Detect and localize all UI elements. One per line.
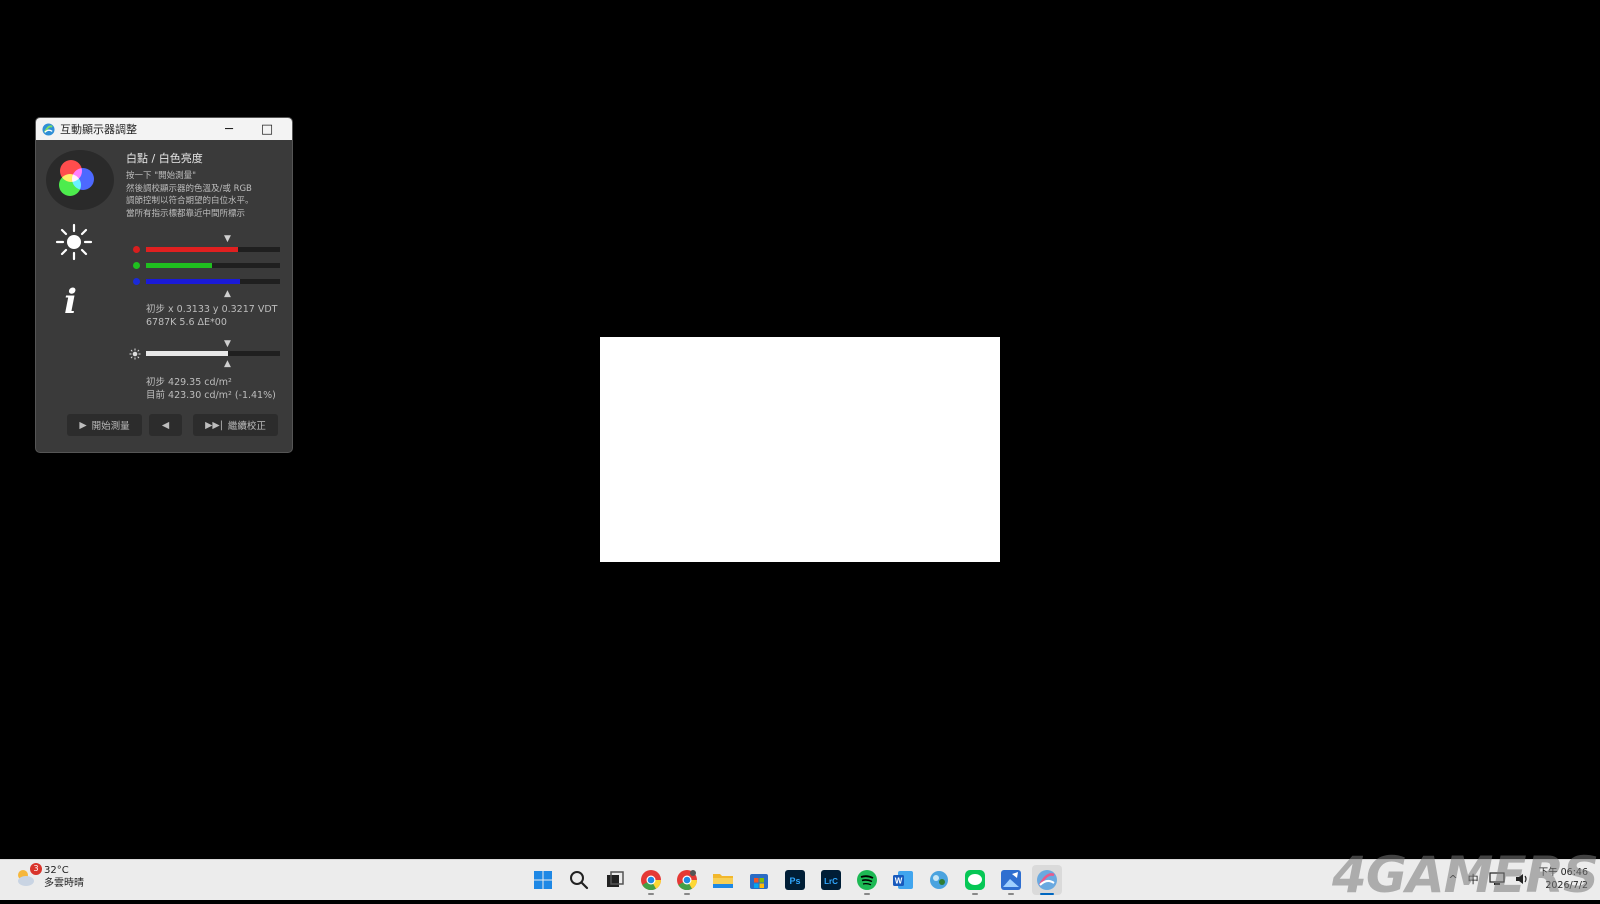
color-readout: 初步 x 0.3133 y 0.3217 VDT 6787K 5.6 ΔE*00: [146, 304, 277, 329]
taskbar-app-list: Ps LrC W: [528, 865, 1062, 895]
lightroom-classic-icon[interactable]: LrC: [816, 865, 846, 895]
photoshop-label: Ps: [789, 876, 800, 886]
chrome-beta-icon[interactable]: [672, 865, 702, 895]
photoshop-icon[interactable]: Ps: [780, 865, 810, 895]
word-icon[interactable]: W: [888, 865, 918, 895]
taskbar: 3 32°C 多雲時晴 Ps LrC W ^ 中 下午 06:46 2026/7…: [0, 846, 1600, 904]
task-view-icon[interactable]: [600, 865, 630, 895]
rgb-target-marker-bottom: ▲: [224, 289, 231, 299]
lightroom-label: LrC: [824, 877, 838, 886]
close-button[interactable]: ✕: [286, 118, 292, 140]
start-icon[interactable]: [528, 865, 558, 895]
line-icon[interactable]: [960, 865, 990, 895]
sun-icon[interactable]: [54, 222, 94, 262]
blue-bar: [146, 279, 280, 284]
weather-alert-badge: 3: [30, 863, 42, 875]
brightness-target-marker-top: ▼: [224, 339, 231, 349]
brightness-readout: 初步 429.35 cd/m² 目前 423.30 cd/m² (-1.41%): [146, 377, 276, 402]
green-bar-fill: [146, 263, 212, 268]
instruction-line: 按一下 "開始測量": [126, 171, 197, 181]
weather-temperature: 32°C: [44, 865, 69, 876]
instruction-line: 調節控制以符合期望的白位水平。: [126, 196, 254, 206]
color-readout-line: 6787K 5.6 ΔE*00: [146, 316, 227, 328]
green-bar: [146, 263, 280, 268]
brightness-readout-line: 初步 429.35 cd/m²: [146, 377, 232, 388]
file-explorer-icon[interactable]: [708, 865, 738, 895]
calibration-window: 互動顯示器調整 ─ □ ✕ i 白點 / 白色亮度 按一下 "開始測量" 然後調…: [35, 117, 293, 453]
blue-dot: [133, 278, 140, 285]
continue-calibration-button[interactable]: ▶▶| 繼續校正: [193, 414, 278, 436]
weather-widget[interactable]: 3 32°C 多雲時晴: [14, 863, 84, 890]
brightness-bar-fill: [146, 351, 228, 356]
green-circle: [59, 174, 81, 196]
instructions: 按一下 "開始測量" 然後調校顯示器的色溫及/或 RGB 調節控制以符合期望的白…: [126, 170, 286, 220]
small-sun-icon: [129, 348, 141, 360]
blue-bar-fill: [146, 279, 240, 284]
weather-condition: 多雲時晴: [44, 878, 84, 889]
minimize-button[interactable]: ─: [210, 118, 248, 140]
red-bar: [146, 247, 280, 252]
image-app-icon[interactable]: [996, 865, 1026, 895]
play-icon: ▶: [79, 419, 87, 431]
back-icon: ◀: [161, 419, 170, 431]
brightness-bar: [146, 351, 280, 356]
window-title: 互動顯示器調整: [60, 123, 137, 136]
rgb-circles-icon[interactable]: [46, 150, 114, 210]
measurement-patch: [600, 337, 1000, 562]
title-bar[interactable]: 互動顯示器調整 ─ □ ✕: [36, 118, 292, 140]
rgb-target-marker-top: ▼: [224, 234, 231, 244]
start-measurement-label: 開始測量: [91, 421, 130, 432]
red-dot: [133, 246, 140, 253]
brightness-target-marker-bottom: ▲: [224, 359, 231, 369]
weather-cloud-sun-icon: 3: [14, 863, 42, 888]
search-icon[interactable]: [564, 865, 594, 895]
instruction-line: 然後調校顯示器的色溫及/或 RGB: [126, 183, 252, 194]
brightness-readout-line: 目前 423.30 cd/m² (-1.41%): [146, 389, 276, 401]
color-readout-line: 初步 x 0.3133 y 0.3217 VDT: [146, 304, 278, 315]
skip-forward-icon: ▶▶|: [205, 419, 223, 431]
spotify-icon[interactable]: [852, 865, 882, 895]
info-icon[interactable]: i: [64, 282, 77, 322]
back-button[interactable]: ◀: [149, 414, 182, 436]
panel-content: 白點 / 白色亮度 按一下 "開始測量" 然後調校顯示器的色溫及/或 RGB 調…: [126, 140, 284, 452]
calibration-app-icon[interactable]: [1032, 865, 1062, 895]
green-dot: [133, 262, 140, 269]
store-icon[interactable]: [744, 865, 774, 895]
word-label: W: [895, 877, 903, 886]
start-measurement-button[interactable]: ▶ 開始測量: [67, 414, 142, 436]
continue-calibration-label: 繼續校正: [227, 421, 266, 432]
network-app-icon[interactable]: [924, 865, 954, 895]
panel-heading: 白點 / 白色亮度: [126, 152, 203, 165]
app-logo-icon: [42, 122, 55, 136]
sidebar: i: [36, 140, 116, 452]
instruction-line: 當所有指示標都靠近中間所標示: [126, 208, 246, 219]
red-bar-fill: [146, 247, 239, 252]
chrome-icon[interactable]: [636, 865, 666, 895]
maximize-button[interactable]: □: [248, 118, 286, 140]
watermark-logo: 4GAMERS: [1332, 846, 1599, 904]
